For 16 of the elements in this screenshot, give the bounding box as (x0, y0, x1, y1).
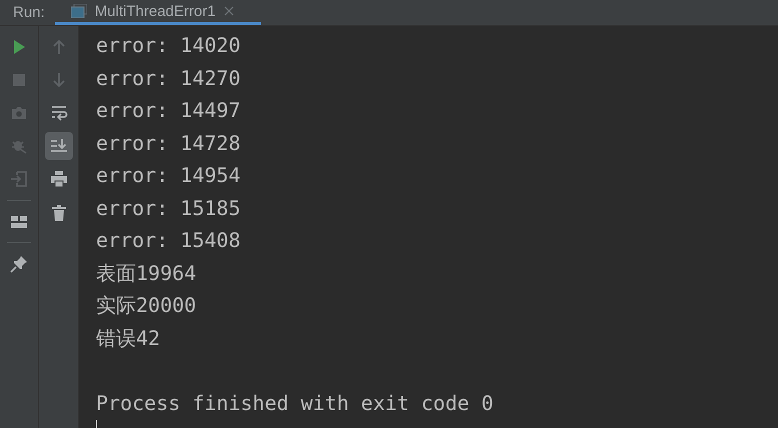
console-line: error: 14497 (96, 97, 242, 124)
close-icon[interactable] (224, 6, 234, 16)
console-line: error: 14954 (96, 162, 242, 189)
console-line: error: 14270 (96, 64, 242, 92)
console-line: error: 15408 (96, 227, 242, 254)
run-label: Run: (12, 4, 46, 21)
exit-message: Process finished with exit code 0 (96, 390, 494, 416)
console-line: error: 14020 (96, 32, 242, 59)
console-line: 表面19964 (96, 260, 198, 286)
console-line: error: 15185 (96, 194, 242, 222)
text-cursor (96, 420, 97, 428)
console-line: 错误42 (96, 324, 162, 352)
console-line: error: 14728 (96, 130, 242, 156)
scroll-to-end-icon[interactable] (44, 132, 72, 160)
console-line: 实际20000 (96, 292, 198, 319)
window-icon (70, 4, 87, 18)
